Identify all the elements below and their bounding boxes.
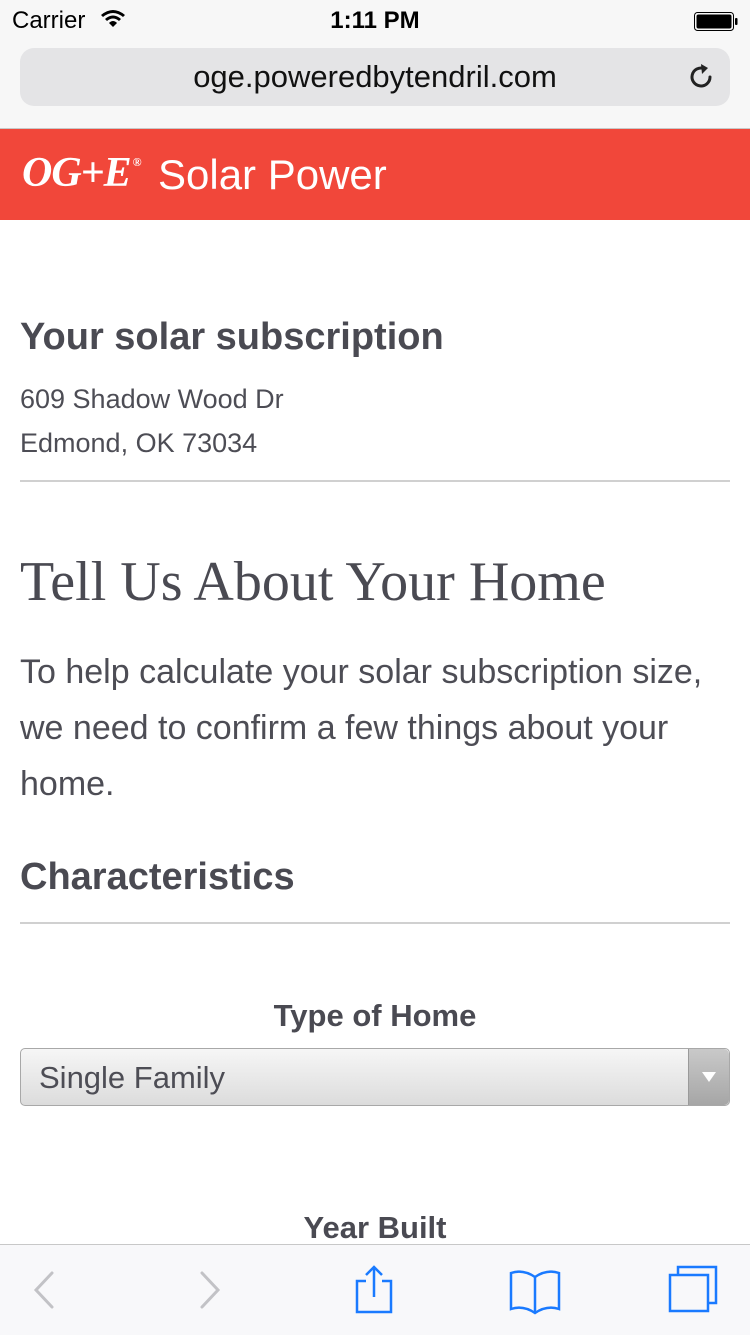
page-heading: Tell Us About Your Home <box>20 551 606 613</box>
divider <box>20 922 730 924</box>
characteristics-heading: Characteristics <box>20 856 295 898</box>
status-bar: Carrier 1:11 PM <box>0 0 750 40</box>
reload-icon[interactable] <box>686 62 716 92</box>
home-type-label: Type of Home <box>273 998 477 1033</box>
home-type-value: Single Family <box>39 1060 226 1095</box>
tabs-icon[interactable] <box>664 1265 724 1315</box>
header-title: Solar Power <box>158 151 387 198</box>
subscription-title: Your solar subscription <box>20 316 444 358</box>
oge-logo[interactable]: OG+E ® <box>22 149 142 197</box>
browser-toolbar <box>0 1244 750 1335</box>
logo-text: OG+E <box>22 150 132 196</box>
bookmarks-icon[interactable] <box>505 1265 565 1315</box>
battery-icon <box>694 10 738 31</box>
dropdown-arrow-icon[interactable] <box>688 1049 729 1105</box>
home-type-select[interactable]: Single Family <box>20 1048 730 1106</box>
divider <box>20 480 730 482</box>
year-built-label: Year Built <box>303 1210 447 1245</box>
back-icon[interactable] <box>20 1265 80 1315</box>
address-line-2: Edmond, OK 73034 <box>20 428 258 458</box>
address-line-1: 609 Shadow Wood Dr <box>20 384 284 414</box>
url-text: oge.poweredbytendril.com <box>193 59 557 94</box>
address-bar[interactable]: oge.poweredbytendril.com <box>20 48 730 106</box>
intro-text: To help calculate your solar subscriptio… <box>20 653 703 803</box>
share-icon[interactable] <box>344 1265 404 1315</box>
status-time: 1:11 PM <box>330 7 420 34</box>
logo-registered-mark: ® <box>132 155 142 169</box>
forward-icon[interactable] <box>182 1265 242 1315</box>
browser-address-area: oge.poweredbytendril.com <box>0 40 750 129</box>
site-header: OG+E ® Solar Power <box>0 129 750 220</box>
